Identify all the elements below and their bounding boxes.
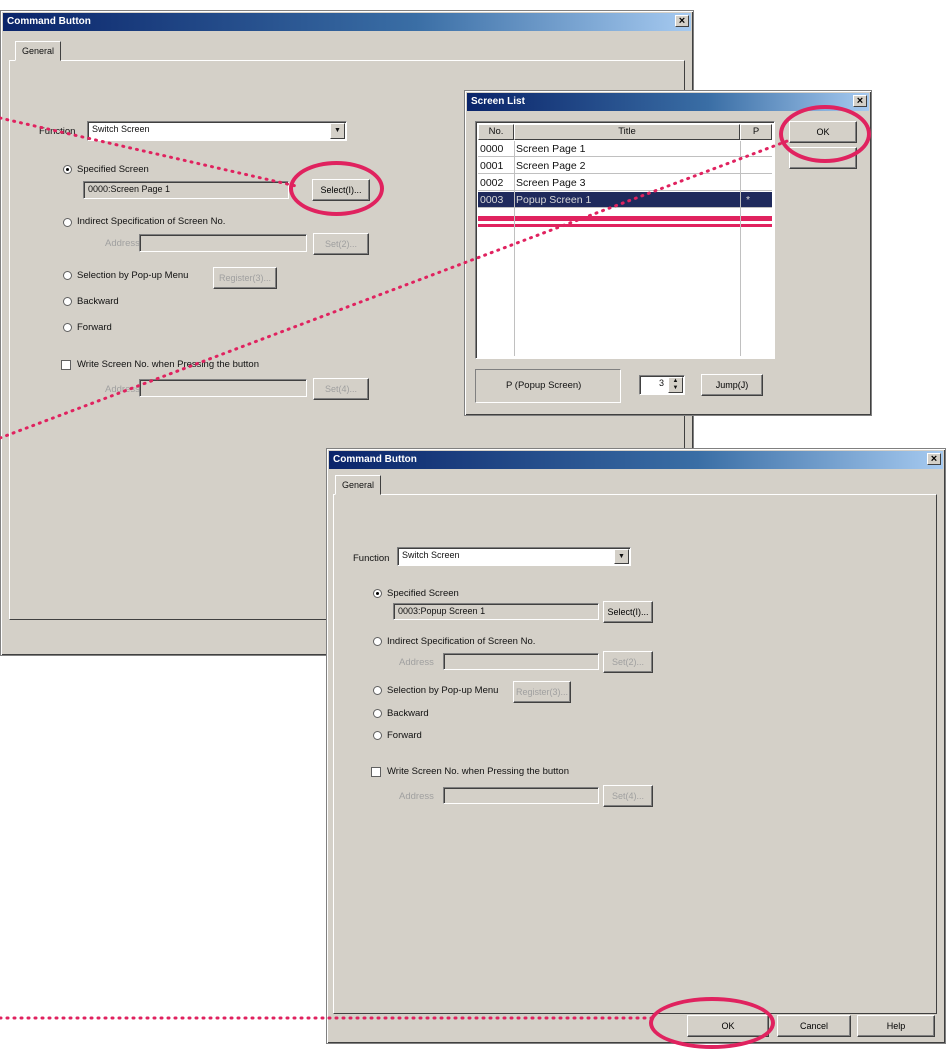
radio-indirect-specification[interactable]: [373, 637, 382, 646]
row-no: 0002: [480, 177, 504, 189]
radio-backward[interactable]: [373, 709, 382, 718]
row-p: *: [746, 194, 751, 206]
row-title: Screen Page 3: [516, 177, 586, 189]
close-icon[interactable]: ×: [927, 453, 941, 465]
set-button[interactable]: Set(2)...: [313, 233, 369, 255]
jump-value: 3: [658, 378, 664, 388]
set2-button[interactable]: Set(4)...: [603, 785, 653, 807]
spinner-icon[interactable]: ▲ ▼: [668, 377, 683, 393]
row-no: 0003: [480, 194, 504, 206]
address2-label: Address: [399, 791, 434, 802]
radio-backward[interactable]: [63, 297, 72, 306]
column-header-p[interactable]: P: [740, 124, 772, 140]
cancel-button[interactable]: Cancel: [777, 1015, 851, 1037]
function-value: Switch Screen: [92, 124, 150, 134]
row-title: Popup Screen 1: [516, 194, 592, 206]
register-button[interactable]: Register(3)...: [213, 267, 277, 289]
command-button-dialog-result: Command Button × General Function Switch…: [326, 448, 946, 1049]
function-dropdown[interactable]: Switch Screen ▼: [87, 121, 347, 141]
indirect-specification-label: Indirect Specification of Screen No.: [77, 216, 226, 227]
column-header-title[interactable]: Title: [514, 124, 740, 140]
row-title: Screen Page 2: [516, 160, 586, 172]
dialog-titlebar: Command Button: [3, 13, 691, 31]
write-screen-label: Write Screen No. when Pressing the butto…: [77, 359, 260, 370]
highlight-ring-final-ok: [649, 997, 775, 1049]
general-panel: [333, 494, 937, 1014]
column-header-no[interactable]: No.: [478, 124, 514, 140]
highlight-bar: [478, 216, 772, 221]
specified-screen-label: Specified Screen: [387, 588, 459, 599]
write-screen-checkbox[interactable]: [371, 767, 381, 777]
write-screen-label: Write Screen No. when Pressing the butto…: [387, 766, 570, 777]
popup-menu-label: Selection by Pop-up Menu: [387, 685, 499, 696]
radio-popup-menu[interactable]: [373, 686, 382, 695]
address-label: Address: [399, 657, 434, 668]
column-divider: [740, 141, 741, 356]
tab-general[interactable]: General: [15, 41, 62, 61]
specified-screen-label: Specified Screen: [77, 164, 149, 175]
close-icon[interactable]: ×: [853, 95, 867, 107]
backward-label: Backward: [77, 296, 119, 307]
highlight-ring-select: [289, 161, 384, 216]
function-label: Function: [353, 553, 390, 564]
radio-forward[interactable]: [373, 731, 382, 740]
radio-popup-menu[interactable]: [63, 271, 72, 280]
radio-indirect-specification[interactable]: [63, 218, 72, 227]
help-button[interactable]: Help: [857, 1015, 935, 1037]
dialog-titlebar: Command Button: [329, 451, 943, 469]
register-button[interactable]: Register(3)...: [513, 681, 571, 703]
screen-list-table[interactable]: No. Title P 0000 Screen Page 1 0001 Scre…: [475, 121, 775, 359]
screen-list-dialog: Screen List × No. Title P 0000 Screen Pa…: [464, 90, 872, 416]
popup-menu-label: Selection by Pop-up Menu: [77, 270, 189, 281]
column-divider: [514, 141, 515, 356]
close-icon[interactable]: ×: [675, 15, 689, 27]
forward-label: Forward: [387, 730, 422, 741]
chevron-down-icon[interactable]: ▼: [614, 549, 629, 564]
indirect-specification-label: Indirect Specification of Screen No.: [387, 636, 536, 647]
function-label: Function: [39, 126, 76, 137]
row-no: 0001: [480, 160, 504, 172]
legend-label: P (Popup Screen): [506, 380, 582, 391]
specified-screen-field: 0003:Popup Screen 1: [393, 603, 599, 620]
address-label: Address: [105, 238, 140, 249]
table-row[interactable]: 0002 Screen Page 3: [478, 175, 772, 191]
radio-specified-screen[interactable]: [63, 165, 72, 174]
highlight-ring-ok: [779, 105, 871, 163]
set2-button[interactable]: Set(4)...: [313, 378, 369, 400]
jump-spinner[interactable]: 3 ▲ ▼: [639, 375, 685, 395]
address2-field[interactable]: [139, 379, 307, 397]
radio-forward[interactable]: [63, 323, 72, 332]
set-button[interactable]: Set(2)...: [603, 651, 653, 673]
function-value: Switch Screen: [402, 550, 460, 560]
table-row[interactable]: 0000 Screen Page 1: [478, 141, 772, 157]
radio-specified-screen[interactable]: [373, 589, 382, 598]
tab-general[interactable]: General: [335, 475, 382, 495]
chevron-down-icon[interactable]: ▼: [330, 123, 345, 139]
address-field[interactable]: [139, 234, 307, 252]
write-screen-checkbox[interactable]: [61, 360, 71, 370]
specified-screen-field: 0000:Screen Page 1: [83, 181, 289, 199]
highlight-bar: [478, 224, 772, 227]
backward-label: Backward: [387, 708, 429, 719]
jump-button[interactable]: Jump(J): [701, 374, 763, 396]
function-dropdown[interactable]: Switch Screen ▼: [397, 547, 631, 566]
table-row[interactable]: 0001 Screen Page 2: [478, 158, 772, 174]
address2-field[interactable]: [443, 787, 599, 804]
table-row-selected[interactable]: 0003 Popup Screen 1 *: [478, 192, 772, 208]
select-button[interactable]: Select(I)...: [603, 601, 653, 623]
legend-box: P (Popup Screen): [475, 369, 621, 403]
forward-label: Forward: [77, 322, 112, 333]
row-no: 0000: [480, 143, 504, 155]
address-field[interactable]: [443, 653, 599, 670]
row-title: Screen Page 1: [516, 143, 586, 155]
address2-label: Address: [105, 384, 140, 395]
